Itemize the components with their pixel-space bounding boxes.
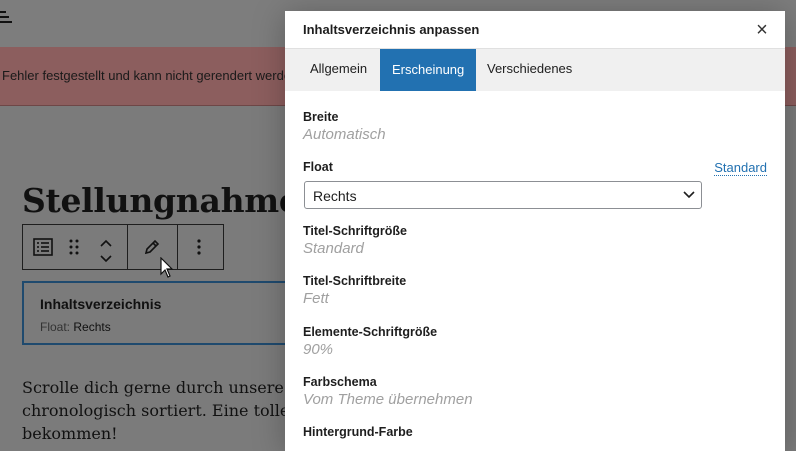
field-float: Float — [303, 160, 333, 174]
tab-allgemein[interactable]: Allgemein — [310, 61, 367, 76]
field-label: Titel-Schriftbreite — [303, 274, 407, 288]
field-label: Breite — [303, 110, 339, 124]
field-farbschema: Farbschema Vom Theme übernehmen — [303, 375, 473, 408]
page-heading: Stellungnahmen — [22, 181, 324, 220]
paragraph-line: chronologisch sortiert. Eine tolle C — [22, 401, 286, 420]
modal-tabs: Allgemein Erscheinung Verschiedenes — [285, 49, 785, 91]
move-down-icon[interactable] — [99, 251, 113, 269]
more-options-icon[interactable] — [197, 239, 201, 260]
field-label: Float — [303, 160, 333, 174]
drag-handle-icon[interactable] — [69, 239, 79, 260]
close-icon[interactable]: × — [751, 19, 773, 41]
toc-block[interactable]: Inhaltsverzeichnis Float: Rechts — [22, 281, 302, 345]
chevron-down-icon — [683, 191, 695, 199]
error-notice-text: Fehler festgestellt und kann nicht geren… — [2, 68, 292, 83]
toc-block-title: Inhaltsverzeichnis — [40, 296, 162, 312]
field-value[interactable]: Standard — [303, 240, 407, 257]
float-select-value: Rechts — [313, 188, 357, 204]
block-toolbar — [22, 224, 224, 270]
mouse-cursor — [160, 257, 174, 278]
modal-header: Inhaltsverzeichnis anpassen × — [285, 11, 785, 49]
field-breite: Breite Automatisch — [303, 110, 386, 143]
field-label: Titel-Schriftgröße — [303, 224, 407, 238]
field-label: Farbschema — [303, 375, 377, 389]
float-select[interactable]: Rechts — [304, 181, 702, 209]
field-hintergrund-farbe: Hintergrund-Farbe — [303, 425, 413, 439]
field-value[interactable]: Automatisch — [303, 126, 386, 143]
field-label: Elemente-Schriftgröße — [303, 325, 438, 339]
toc-float-value: Rechts — [73, 320, 111, 334]
paragraph-line: Scrolle dich gerne durch unsere Ve — [22, 378, 286, 397]
float-reset-link[interactable]: Standard — [714, 160, 767, 176]
toc-settings-modal: Inhaltsverzeichnis anpassen × Allgemein … — [285, 11, 785, 451]
field-titel-schriftgroesse: Titel-Schriftgröße Standard — [303, 224, 407, 257]
intro-paragraph: Scrolle dich gerne durch unsere Ve chron… — [22, 376, 302, 445]
tab-erscheinung[interactable]: Erscheinung — [380, 49, 477, 91]
edit-pencil-icon[interactable] — [144, 239, 160, 260]
field-elemente-schriftgroesse: Elemente-Schriftgröße 90% — [303, 325, 437, 358]
table-of-contents-icon[interactable] — [33, 238, 53, 261]
tab-verschiedenes[interactable]: Verschiedenes — [487, 61, 572, 76]
toc-float-key: Float: — [40, 320, 71, 334]
field-label: Hintergrund-Farbe — [303, 425, 413, 439]
modal-title: Inhaltsverzeichnis anpassen — [303, 22, 480, 37]
field-value[interactable]: 90% — [303, 341, 437, 358]
field-titel-schriftbreite: Titel-Schriftbreite Fett — [303, 274, 406, 307]
field-value[interactable]: Vom Theme übernehmen — [303, 391, 473, 408]
toolbar-group-more — [177, 225, 223, 269]
paragraph-line: bekommen! — [22, 424, 118, 443]
menu-icon[interactable] — [0, 11, 12, 25]
toolbar-group-block — [23, 225, 128, 269]
toc-block-subtitle: Float: Rechts — [40, 320, 111, 334]
field-value[interactable]: Fett — [303, 290, 406, 307]
